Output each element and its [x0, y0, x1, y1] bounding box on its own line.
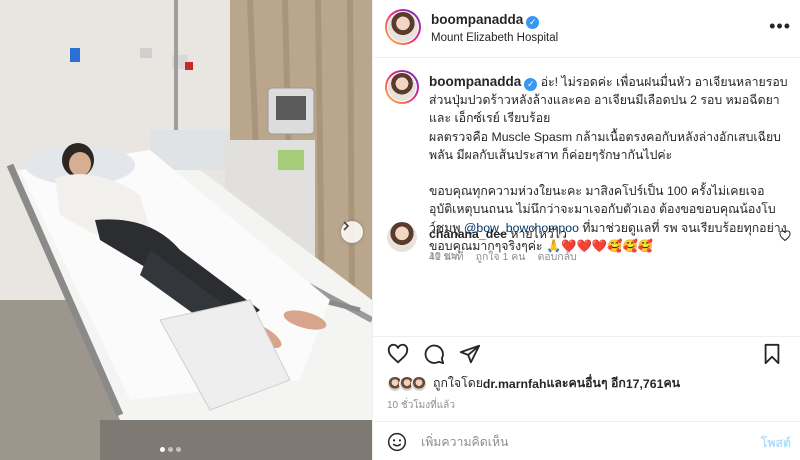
emoji-icon[interactable] — [387, 432, 407, 452]
share-send-icon[interactable] — [459, 343, 481, 365]
post-header: boompanadda ✓ Mount Elizabeth Hospital ••… — [373, 0, 800, 58]
comment-heart-icon[interactable] — [779, 230, 791, 242]
likes-mid[interactable]: และคนอื่นๆ อีก — [546, 374, 625, 393]
likes-prefix: ถูกใจโดย — [433, 376, 483, 390]
likes-count[interactable]: 17,761 — [626, 377, 664, 391]
liker-avatar[interactable] — [411, 375, 427, 392]
like-heart-icon[interactable] — [387, 343, 409, 365]
comment-body: chanana_dee หายไหว้ไว — [429, 225, 567, 244]
likes-user[interactable]: dr.marnfah — [483, 377, 547, 391]
save-bookmark-icon[interactable] — [761, 343, 783, 365]
post-timestamp[interactable]: 10 ชั่วโมงที่แล้ว — [387, 398, 455, 413]
commenter-avatar[interactable] — [387, 222, 417, 252]
liker-avatars — [387, 375, 427, 392]
carousel-next-button[interactable] — [341, 221, 363, 243]
caption-line: พลัน มีผลกับเส้นประสาท ก็ค่อยๆรักษากันไป… — [429, 147, 673, 162]
chevron-right-icon — [343, 221, 350, 231]
post-photo[interactable] — [0, 0, 372, 460]
verified-badge-icon: ✓ — [526, 16, 540, 29]
verified-badge-icon: ✓ — [524, 78, 538, 91]
author-avatar[interactable] — [385, 9, 421, 45]
carousel-dot — [168, 447, 173, 452]
post-comment-button[interactable]: โพสต์ — [761, 434, 791, 453]
comment-input[interactable] — [421, 431, 741, 453]
comment-bubble-icon[interactable] — [423, 343, 445, 365]
carousel-indicators — [160, 447, 181, 452]
comment-meta: 41 นาที ถูกใจ 1 คน ตอบกลับ — [429, 248, 577, 265]
likes-summary: ถูกใจโดย dr.marnfah และคนอื่นๆ อีก 17,76… — [387, 374, 680, 393]
author-username[interactable]: boompanadda — [431, 12, 523, 27]
post-sidebar: boompanadda ✓ Mount Elizabeth Hospital ••… — [372, 0, 800, 460]
comment-time[interactable]: 41 นาที — [429, 248, 464, 265]
comment-text: หายไหว้ไว — [510, 227, 567, 241]
carousel-dot — [176, 447, 181, 452]
comment-reply-button[interactable]: ตอบกลับ — [537, 248, 576, 265]
post-actions-bar — [373, 336, 800, 366]
commenter-username[interactable]: chanana_dee — [429, 227, 507, 241]
caption-line: อ่ะ! ไม่รอดค่ะ เพื่อนฝนมื่นหัว อาเจียนหล… — [540, 75, 788, 89]
hospital-photo-illustration — [0, 0, 372, 460]
likes-suffix[interactable]: คน — [663, 374, 680, 393]
comment-likes[interactable]: ถูกใจ 1 คน — [476, 248, 526, 265]
caption-line: ผลตรวจคือ Muscle Spasm กล้ามเนื้อตรงคอกั… — [429, 129, 781, 144]
caption-line: ขอบคุณทุกความห่วงใยนะคะ มาสิงคโปร์เป็น 1… — [429, 184, 765, 199]
instagram-post-view: boompanadda ✓ Mount Elizabeth Hospital ••… — [0, 0, 800, 460]
add-comment-bar: โพสต์ — [373, 421, 800, 460]
caption-line: และ เอ็กซ์เรย์ เรียบร้อย — [429, 111, 551, 126]
more-options-icon[interactable]: ••• — [769, 16, 791, 37]
author-info: boompanadda ✓ Mount Elizabeth Hospital — [431, 12, 558, 44]
post-location[interactable]: Mount Elizabeth Hospital — [431, 32, 558, 44]
caption-line: ส่วนปุ่มปวดร้าวหลังล้างและคอ อาเจียนมีเล… — [429, 93, 780, 108]
caption-author-avatar[interactable] — [385, 70, 419, 104]
caption-username[interactable]: boompanadda — [429, 74, 521, 89]
comment-item: chanana_dee หายไหว้ไว 41 นาที ถูกใจ 1 คน… — [373, 210, 800, 263]
carousel-dot — [160, 447, 165, 452]
caption-section: boompanadda ✓ อ่ะ! ไม่รอดค่ะ เพื่อนฝนมื่น… — [373, 58, 800, 338]
